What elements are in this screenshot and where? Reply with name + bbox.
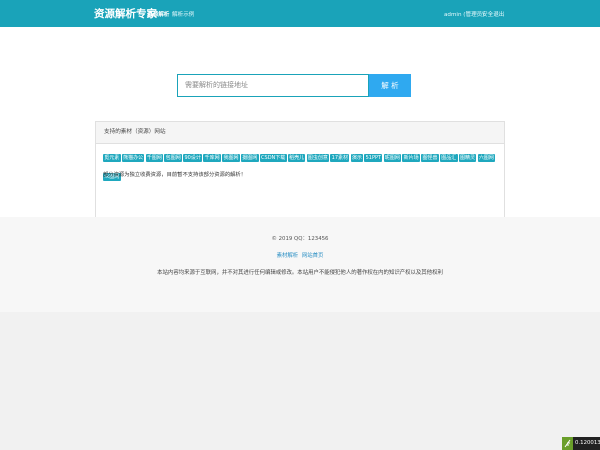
site-tag[interactable]: 千库网 [203, 154, 221, 162]
parse-button[interactable]: 解 析 [369, 74, 411, 97]
timing-text: 0.120013s [575, 440, 600, 446]
search-bar: 需要解析的链接地址 解 析 [177, 74, 411, 97]
site-tag[interactable]: 包图网 [164, 154, 182, 162]
site-tag[interactable]: 熊猫办公 [121, 154, 145, 162]
site-tag[interactable]: 稻壳儿 [287, 154, 306, 162]
url-input[interactable]: 需要解析的链接地址 [177, 74, 369, 97]
site-tag[interactable]: 昵图网 [383, 154, 402, 162]
site-tag[interactable]: 六图网 [477, 154, 496, 162]
user-menu[interactable]: admin (管理员) [444, 10, 484, 18]
logout-link[interactable]: 安全退出 [482, 10, 504, 18]
panel-note: 部分资源为独立收费资源，目前暂不支持该部分资源的解析！ [103, 172, 247, 178]
site-tag[interactable]: 图品汇 [439, 154, 458, 162]
copyright-text: © 2019 QQ：123456 [271, 236, 329, 242]
main-content: 需要解析的链接地址 解 析 支持的素材（资源）网站 觅元素 熊猫办公 千图网 包图网 9… [0, 27, 600, 218]
site-tag[interactable]: 新片场 [402, 154, 420, 162]
site-tag[interactable]: 我图网 [222, 154, 240, 162]
site-tag[interactable]: 图虫创意 [306, 154, 330, 162]
footer-link-home[interactable]: 网站首页 [302, 253, 324, 259]
footer: © 2019 QQ：123456 素材解析 网站首页 本站内容均来源于互联网，并… [0, 217, 600, 312]
site-tag[interactable]: 千图网 [145, 154, 164, 162]
site-tag[interactable]: 图怪兽 [421, 154, 439, 162]
panel-title: 支持的素材（资源）网站 [96, 122, 504, 144]
footer-links: 素材解析 网站首页 [0, 251, 600, 259]
supported-sites-panel: 支持的素材（资源）网站 觅元素 熊猫办公 千图网 包图网 90设计 千库网 我图网 摄图网 CS… [95, 121, 505, 218]
footer-link-parse[interactable]: 素材解析 [277, 253, 299, 259]
timing-badge: 0.120013s [562, 437, 600, 450]
site-tag[interactable]: 觅元素 [103, 154, 121, 162]
site-tag[interactable]: 90设计 [183, 154, 203, 162]
site-tag[interactable]: 摄图网 [240, 154, 259, 162]
site-tag[interactable]: 图精灵 [458, 154, 477, 162]
site-tag[interactable]: 演示 [350, 154, 364, 162]
disclaimer-text: 本站内容均来源于互联网，并不对其进行任何编辑或修改。本站用户不能侵犯他人的著作权… [157, 270, 443, 276]
site-tag[interactable]: 51PPT [364, 154, 383, 162]
nav-item-parse-example[interactable]: 解析示例 [172, 10, 194, 18]
site-tag[interactable]: CSDN下载 [259, 154, 287, 162]
leaf-icon [562, 437, 573, 450]
top-navbar: 资源解析专家 资源解析 解析示例 admin (管理员) 安全退出 [0, 0, 600, 27]
nav-item-resource-parse[interactable]: 资源解析 [147, 10, 169, 18]
site-tag[interactable]: 17素材 [330, 154, 350, 162]
